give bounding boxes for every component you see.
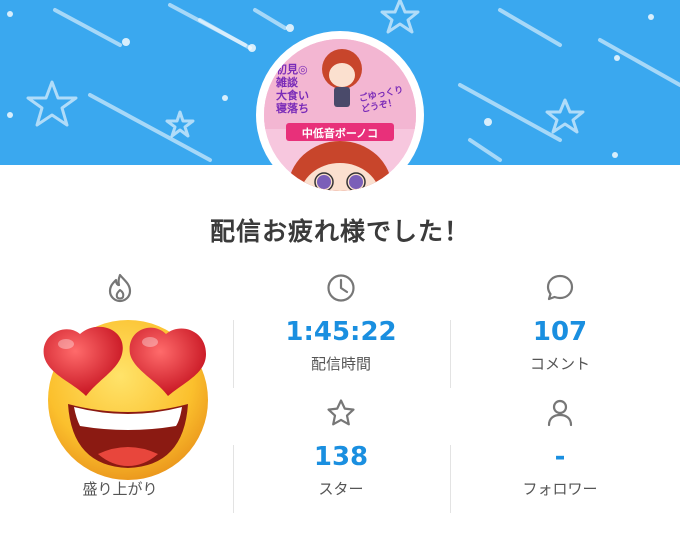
- avatar-caption-line: 雑談: [276, 76, 298, 89]
- divider: [450, 320, 451, 388]
- avatar-caption-line: 寝落ち: [276, 102, 309, 115]
- person-icon: [544, 397, 576, 429]
- heart-eyes-emoji: [38, 308, 216, 480]
- avatar-name: 中低音ボーノコ: [301, 127, 379, 140]
- star-icon: [325, 397, 357, 429]
- streamer-avatar[interactable]: 初見◎ 雑談 大食い 寝落ち ごゆっくり どうぞ！ 中低音ボーノコ: [264, 39, 416, 191]
- avatar-caption-line: 大食い: [276, 89, 309, 102]
- stars-label: スター: [318, 480, 364, 498]
- page-title: 配信お疲れ様でした！: [209, 217, 470, 246]
- duration-label: 配信時間: [310, 355, 371, 373]
- fire-icon: [104, 272, 136, 304]
- avatar-illustration: [264, 39, 416, 191]
- divider: [233, 320, 234, 388]
- divider: [450, 445, 451, 513]
- reaction-label: 盛り上がり: [82, 480, 158, 498]
- duration-value: 1:45:22: [285, 317, 397, 347]
- comments-label: コメント: [529, 355, 590, 373]
- avatar-caption-left: 初見◎ 雑談 大食い 寝落ち: [276, 63, 326, 115]
- speech-bubble-icon: [544, 272, 576, 304]
- divider: [233, 445, 234, 513]
- clock-icon: [325, 272, 357, 304]
- avatar-caption-line: 初見◎: [276, 63, 308, 76]
- stars-value: 138: [313, 442, 369, 472]
- comments-value: 107: [532, 317, 588, 347]
- followers-value: -: [554, 442, 566, 472]
- followers-label: フォロワー: [522, 480, 598, 498]
